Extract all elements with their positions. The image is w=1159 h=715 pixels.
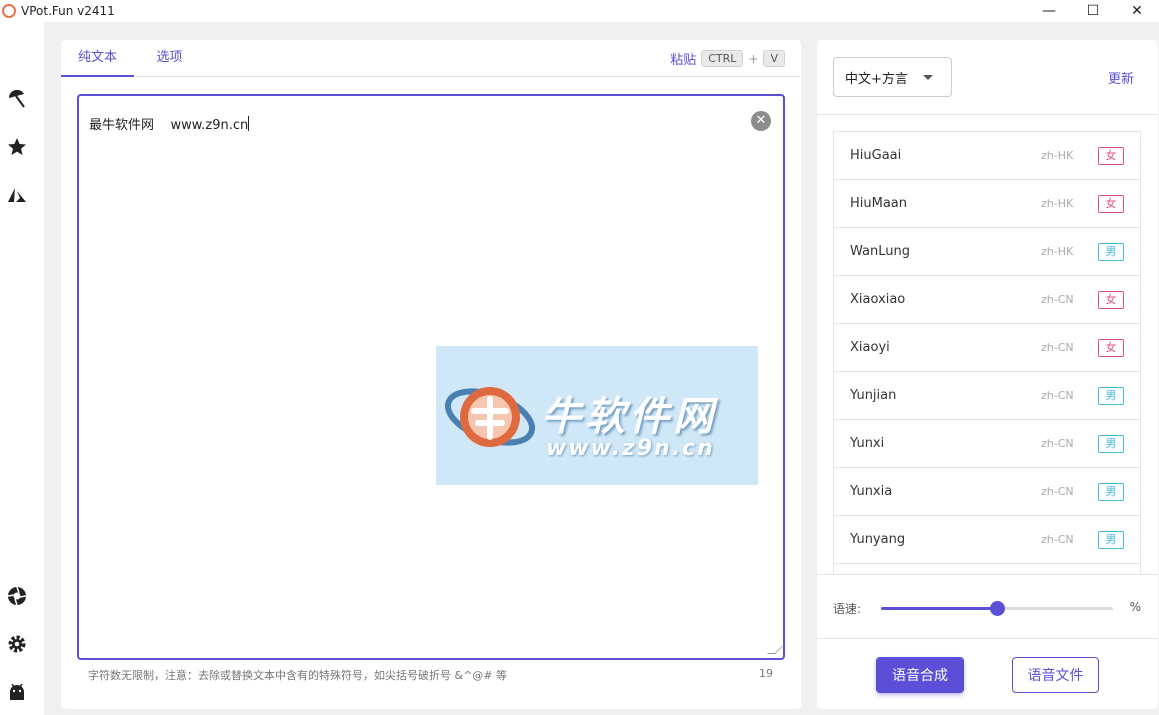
voice-locale: zh-HK (1041, 245, 1074, 258)
editor-text[interactable]: 最牛软件网 www.z9n.cn (89, 114, 250, 133)
watermark: 牛软件网 www.z9n.cn (436, 346, 758, 485)
voice-gender-badge: 男 (1098, 387, 1124, 405)
voice-item[interactable]: Yunxi zh-CN 男 (834, 420, 1140, 468)
umbrella-icon[interactable] (6, 88, 28, 110)
azure-icon[interactable] (6, 184, 28, 206)
voice-name: WanLung (850, 244, 910, 259)
voice-gender-badge: 女 (1098, 339, 1124, 357)
voice-gender-badge: 女 (1098, 195, 1124, 213)
voice-list: HiuGaai zh-HK 女 HiuMaan zh-HK 女 WanLung zh-HK 男 X… (833, 131, 1141, 574)
voice-name: Xiaoyi (850, 340, 890, 355)
speed-label: 语速: (833, 602, 862, 616)
voice-item[interactable]: Yunxia zh-CN 男 (834, 468, 1140, 516)
voice-locale: zh-CN (1041, 341, 1074, 354)
voice-name: Yunxia (850, 484, 893, 499)
window-controls: — ☐ ✕ (1027, 0, 1159, 22)
speed-unit: % (1129, 600, 1141, 614)
tab-bar: 纯文本 选项 粘贴 CTRL + V (61, 40, 801, 77)
speed-slider-thumb[interactable] (990, 601, 1005, 616)
voice-name: Yunxi (850, 436, 885, 451)
close-button[interactable]: ✕ (1115, 0, 1159, 22)
main-area: 纯文本 选项 粘贴 CTRL + V 最牛软件网 www.z9n.cn ✕ 牛软… (44, 22, 1159, 715)
paste-label[interactable]: 粘贴 (670, 49, 696, 68)
maximize-button[interactable]: ☐ (1071, 0, 1115, 22)
tab-options[interactable]: 选项 (141, 40, 198, 77)
window-title: VPot.Fun v2411 (21, 4, 115, 18)
resize-handle[interactable] (767, 646, 783, 654)
voice-gender-badge: 女 (1098, 147, 1124, 165)
aperture-icon[interactable] (6, 585, 28, 607)
voice-name: HiuGaai (850, 148, 902, 163)
paste-shortcut[interactable]: 粘贴 CTRL + V (670, 49, 785, 68)
voice-locale: zh-CN (1041, 533, 1074, 546)
voice-locale: zh-CN (1041, 485, 1074, 498)
kbd-ctrl: CTRL (701, 50, 744, 67)
voice-locale: zh-HK (1041, 197, 1074, 210)
voice-item[interactable]: Yunyang zh-CN 男 (834, 516, 1140, 564)
voice-gender-badge: 男 (1098, 435, 1124, 453)
voice-name: Xiaoxiao (850, 292, 906, 307)
divider (817, 574, 1158, 575)
voice-locale: zh-CN (1041, 293, 1074, 306)
voice-item[interactable]: Xiaoyi zh-CN 女 (834, 324, 1140, 372)
update-button[interactable]: 更新 (1108, 68, 1134, 87)
voice-item[interactable]: Xiaoxiao zh-CN 女 (834, 276, 1140, 324)
star-icon[interactable] (6, 136, 28, 158)
voice-locale: zh-HK (1041, 149, 1074, 162)
synthesize-button[interactable]: 语音合成 (876, 657, 964, 693)
kbd-plus: + (748, 51, 759, 66)
speed-control: 语速: % (833, 600, 1141, 616)
voice-gender-badge: 男 (1098, 483, 1124, 501)
voice-item[interactable]: HiuMaan zh-HK 女 (834, 180, 1140, 228)
speed-slider[interactable] (881, 601, 1113, 616)
language-select[interactable]: 中文+方言 (833, 57, 952, 97)
title-bar: VPot.Fun v2411 — ☐ ✕ (0, 0, 1159, 22)
divider (817, 638, 1158, 639)
audio-file-button[interactable]: 语音文件 (1012, 657, 1099, 693)
app-logo-icon (2, 4, 16, 18)
language-select-value: 中文+方言 (845, 71, 908, 87)
text-input-area[interactable]: 最牛软件网 www.z9n.cn ✕ 牛软件网 www.z9n.cn (77, 94, 785, 660)
voice-name: Yunjian (850, 388, 897, 403)
watermark-logo-icon (444, 387, 536, 447)
voice-item[interactable]: Yunjian zh-CN 男 (834, 372, 1140, 420)
tab-plain-text[interactable]: 纯文本 (61, 40, 134, 77)
voice-gender-badge: 男 (1098, 243, 1124, 261)
voice-name: HiuMaan (850, 196, 908, 211)
voice-gender-badge: 男 (1098, 531, 1124, 549)
gear-icon[interactable] (6, 633, 28, 655)
voice-gender-badge: 女 (1098, 291, 1124, 309)
input-hint: 字符数无限制，注意：去除或替换文本中含有的特殊符号，如尖括号破折号 &^@# 等 (88, 669, 508, 682)
voice-panel: 中文+方言 更新 HiuGaai zh-HK 女 HiuMaan zh-HK 女 WanLu… (817, 40, 1158, 709)
sidebar (0, 22, 44, 715)
char-count: 19 (759, 667, 773, 680)
voice-item[interactable]: HiuGaai zh-HK 女 (834, 132, 1140, 180)
watermark-url: www.z9n.cn (546, 436, 715, 461)
android-icon[interactable] (6, 681, 28, 703)
kbd-v: V (763, 50, 785, 67)
clear-text-button[interactable]: ✕ (751, 111, 771, 131)
voice-locale: zh-CN (1041, 389, 1074, 402)
watermark-title: 牛软件网 (541, 394, 717, 440)
voice-name: Yunyang (850, 532, 906, 547)
voice-locale: zh-CN (1041, 437, 1074, 450)
minimize-button[interactable]: — (1027, 0, 1071, 22)
voice-item[interactable]: WanLung zh-HK 男 (834, 228, 1140, 276)
divider (817, 114, 1158, 115)
chevron-down-icon (923, 75, 933, 80)
speed-slider-fill (881, 607, 997, 610)
text-panel: 纯文本 选项 粘贴 CTRL + V 最牛软件网 www.z9n.cn ✕ 牛软… (61, 40, 801, 709)
